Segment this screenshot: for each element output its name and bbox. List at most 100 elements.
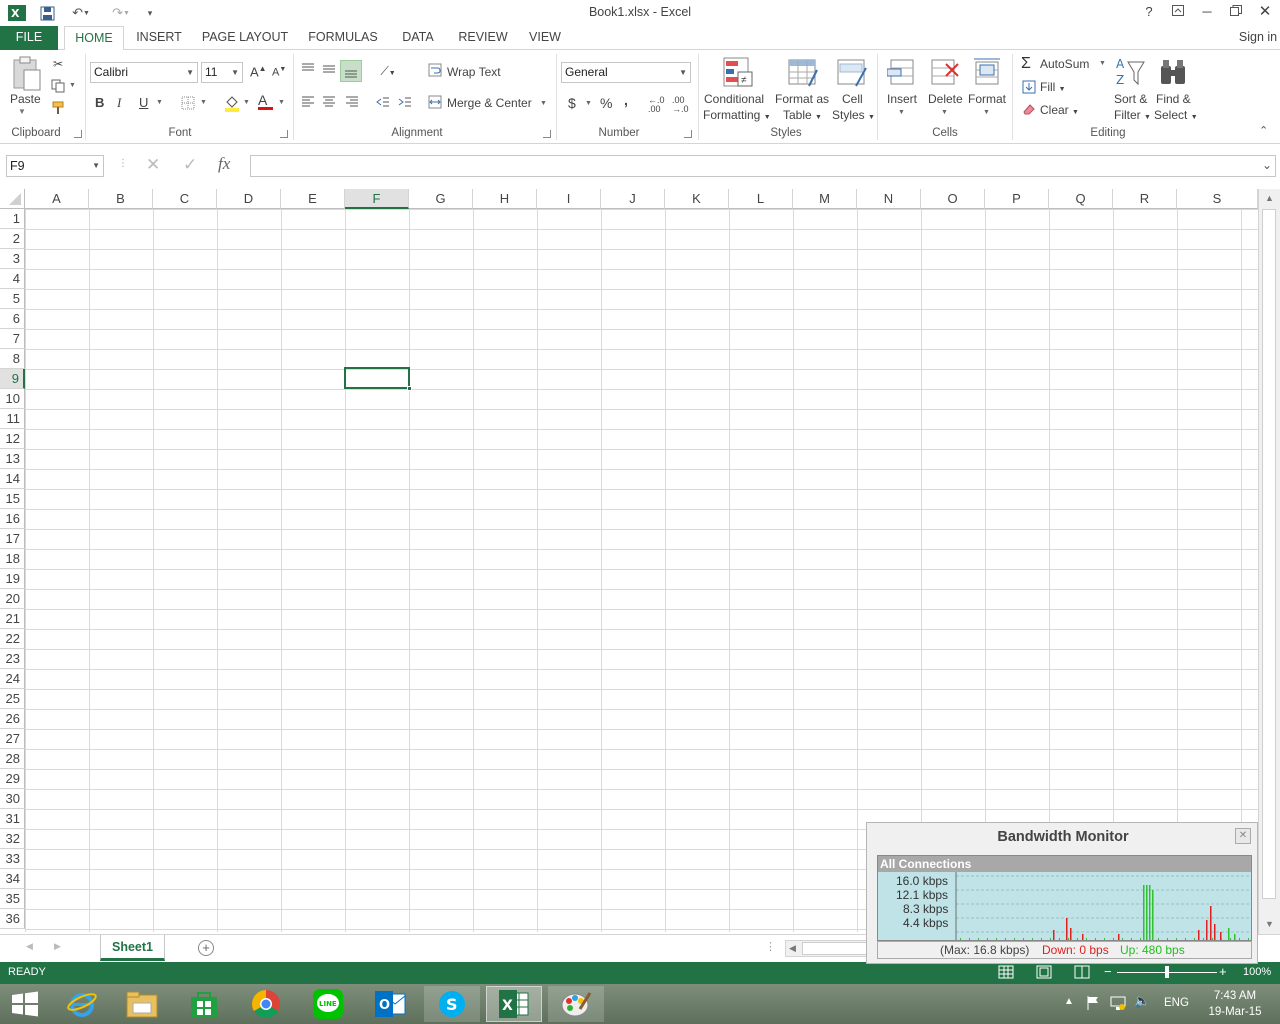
file-explorer-icon[interactable] <box>114 986 170 1022</box>
sheet-tab-sheet1[interactable]: Sheet1 <box>100 935 165 961</box>
tab-data[interactable]: DATA <box>392 26 444 50</box>
restore-icon[interactable] <box>1222 2 1250 22</box>
row-header[interactable]: 2 <box>0 229 25 249</box>
insert-function-button[interactable]: fx <box>218 154 230 174</box>
currency-button[interactable]: $ <box>568 95 576 111</box>
row-header[interactable]: 29 <box>0 769 25 789</box>
align-center-icon[interactable] <box>321 95 337 111</box>
column-header[interactable]: C <box>153 189 217 209</box>
merge-center-button[interactable]: Merge & Center <box>447 96 532 110</box>
column-header[interactable]: H <box>473 189 537 209</box>
align-top-icon[interactable] <box>300 62 316 78</box>
copy-dropdown-icon[interactable]: ▼ <box>69 82 76 89</box>
clear-button[interactable]: Clear ▼ <box>1040 103 1079 117</box>
action-center-flag-icon[interactable] <box>1086 995 1100 1014</box>
currency-dropdown-icon[interactable]: ▼ <box>585 100 592 107</box>
fill-color-icon[interactable] <box>224 94 240 112</box>
delete-dropdown-icon[interactable]: ▼ <box>941 109 948 116</box>
column-header[interactable]: K <box>665 189 729 209</box>
paint-icon[interactable] <box>548 986 604 1022</box>
italic-button[interactable]: I <box>117 95 121 111</box>
collapse-ribbon-icon[interactable]: ⌃ <box>1259 124 1268 137</box>
grow-font-button[interactable]: A▲ <box>250 64 267 79</box>
scroll-down-icon[interactable]: ▼ <box>1265 919 1274 929</box>
page-layout-view-icon[interactable] <box>1036 965 1052 982</box>
clear-icon[interactable] <box>1021 102 1037 118</box>
format-cells-icon[interactable] <box>972 56 1004 88</box>
font-color-dropdown-icon[interactable]: ▼ <box>278 99 285 106</box>
align-middle-icon[interactable] <box>321 62 337 78</box>
format-cells-label[interactable]: Format <box>968 92 1006 106</box>
insert-dropdown-icon[interactable]: ▼ <box>898 109 905 116</box>
zoom-level[interactable]: 100% <box>1243 966 1271 978</box>
page-break-view-icon[interactable] <box>1074 965 1090 982</box>
row-header[interactable]: 16 <box>0 509 25 529</box>
normal-view-icon[interactable] <box>998 965 1014 982</box>
merge-center-icon[interactable] <box>427 95 443 111</box>
column-header[interactable]: R <box>1113 189 1177 209</box>
borders-dropdown-icon[interactable]: ▼ <box>200 99 207 106</box>
line-messenger-icon[interactable]: LINE <box>300 986 356 1022</box>
orientation-icon[interactable]: ⟋▼ <box>375 63 401 79</box>
conditional-formatting-label-2[interactable]: Formatting ▼ <box>703 108 771 122</box>
column-header[interactable]: G <box>409 189 473 209</box>
row-header[interactable]: 3 <box>0 249 25 269</box>
cell-styles-label-2[interactable]: Styles ▼ <box>832 108 875 122</box>
decrease-indent-icon[interactable] <box>375 95 391 111</box>
paste-label[interactable]: Paste <box>10 92 41 106</box>
row-header[interactable]: 31 <box>0 809 25 829</box>
font-color-button[interactable]: A <box>258 92 273 110</box>
decrease-decimal-button[interactable]: .00 →.0 <box>672 96 692 114</box>
zoom-out-icon[interactable]: − <box>1104 964 1112 979</box>
taskbar-clock[interactable]: 7:43 AM 19-Mar-15 <box>1200 988 1270 1020</box>
row-header[interactable]: 10 <box>0 389 25 409</box>
tab-page-layout[interactable]: PAGE LAYOUT <box>196 26 294 50</box>
input-language[interactable]: ENG <box>1164 997 1189 1009</box>
increase-indent-icon[interactable] <box>397 95 413 111</box>
network-icon[interactable] <box>1110 995 1126 1014</box>
find-select-label-2[interactable]: Select ▼ <box>1154 108 1198 122</box>
row-header[interactable]: 1 <box>0 209 25 229</box>
help-button[interactable]: ? <box>1135 2 1163 22</box>
close-icon[interactable]: ✕ <box>1251 2 1279 22</box>
expand-formula-bar-icon[interactable]: ⌄ <box>1262 158 1272 172</box>
conditional-formatting-label-1[interactable]: Conditional <box>704 92 764 106</box>
number-format-combo[interactable]: General ▼ <box>561 62 691 83</box>
font-name-combo[interactable]: Calibri ▼ <box>90 62 198 83</box>
row-header[interactable]: 23 <box>0 649 25 669</box>
format-as-table-label-2[interactable]: Table ▼ <box>783 108 822 122</box>
tab-review[interactable]: REVIEW <box>452 26 514 50</box>
row-header[interactable]: 9 <box>0 369 25 389</box>
autosum-button[interactable]: AutoSum <box>1040 57 1089 71</box>
sort-filter-label-1[interactable]: Sort & <box>1114 92 1147 106</box>
format-as-table-icon[interactable] <box>787 56 819 88</box>
excel-taskbar-icon[interactable]: X <box>486 986 542 1022</box>
sort-filter-label-2[interactable]: Filter ▼ <box>1114 108 1151 122</box>
start-windows-icon[interactable] <box>0 986 50 1022</box>
bandwidth-close-icon[interactable]: ✕ <box>1235 828 1251 844</box>
wrap-text-button[interactable]: Wrap Text <box>447 65 501 79</box>
cell-styles-icon[interactable] <box>836 56 868 88</box>
autosum-icon[interactable]: Σ <box>1021 55 1031 73</box>
vertical-scroll-thumb[interactable] <box>1262 209 1276 899</box>
row-header[interactable]: 19 <box>0 569 25 589</box>
bandwidth-monitor-window[interactable]: Bandwidth Monitor ✕ All Connections 16.0… <box>866 822 1258 964</box>
formula-input[interactable]: ⌄ <box>250 155 1276 177</box>
row-header[interactable]: 28 <box>0 749 25 769</box>
tab-file[interactable]: FILE <box>0 26 58 50</box>
vertical-scrollbar[interactable]: ▲ ▼ <box>1258 189 1280 934</box>
zoom-in-icon[interactable]: + <box>1219 964 1227 979</box>
cut-icon[interactable]: ✂ <box>50 56 66 72</box>
find-select-label-1[interactable]: Find & <box>1156 92 1191 106</box>
insert-cells-label[interactable]: Insert <box>887 92 917 106</box>
fill-color-dropdown-icon[interactable]: ▼ <box>243 99 250 106</box>
row-header[interactable]: 25 <box>0 689 25 709</box>
skype-icon[interactable]: S <box>424 986 480 1022</box>
copy-icon[interactable] <box>50 79 66 95</box>
name-box[interactable]: F9 ▼ <box>6 155 104 177</box>
tab-view[interactable]: VIEW <box>522 26 568 50</box>
column-header[interactable]: M <box>793 189 857 209</box>
insert-cells-icon[interactable] <box>886 56 919 88</box>
column-header[interactable]: I <box>537 189 601 209</box>
fill-button[interactable]: Fill ▼ <box>1040 80 1066 94</box>
